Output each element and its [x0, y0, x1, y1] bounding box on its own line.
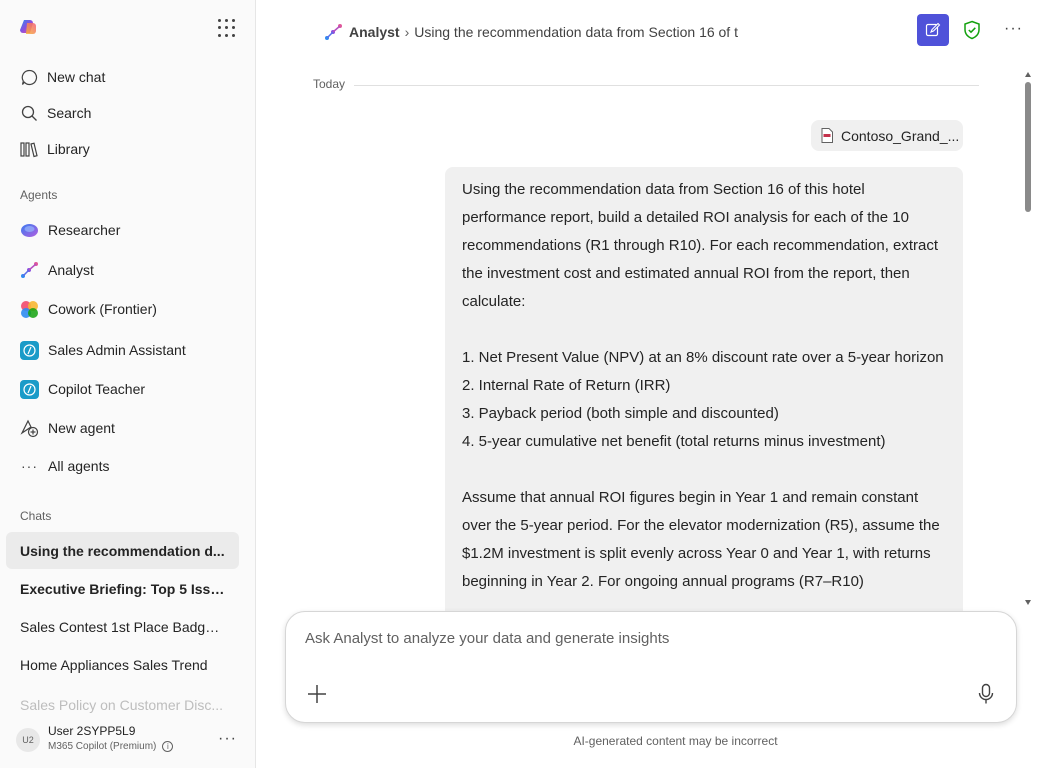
agent-cowork[interactable]: Cowork (Frontier): [20, 297, 157, 321]
agent-researcher[interactable]: Researcher: [20, 218, 120, 242]
more-options-icon[interactable]: ···: [1004, 20, 1023, 38]
chat-item[interactable]: Home Appliances Sales Trend: [6, 646, 239, 683]
chevron-right-icon: ›: [404, 24, 410, 40]
chat-title[interactable]: Using the recommendation data from Secti…: [414, 24, 744, 40]
disclaimer-text: AI-generated content may be incorrect: [573, 734, 778, 748]
agent-label: Cowork (Frontier): [48, 301, 157, 317]
cowork-icon: [20, 300, 39, 319]
scroll-down-icon[interactable]: [1025, 600, 1031, 605]
agent-copilot-teacher[interactable]: Copilot Teacher: [20, 377, 145, 401]
new-agent-button[interactable]: New agent: [20, 416, 115, 440]
message-input[interactable]: [305, 630, 985, 647]
chat-item-active[interactable]: Using the recommendation d...: [6, 532, 239, 569]
ellipsis-icon: ···: [21, 458, 38, 474]
message-list-item: 3. Payback period (both simple and disco…: [462, 405, 779, 422]
library-icon: [20, 140, 38, 158]
agent-label: Copilot Teacher: [48, 381, 146, 397]
library-label: Library: [47, 141, 90, 157]
disclaimer: AI-generated content may be incorrect: [0, 734, 1049, 748]
copilot-logo-icon[interactable]: [18, 18, 38, 38]
agents-section-label: Agents: [20, 188, 58, 202]
shield-check-icon[interactable]: [962, 20, 982, 40]
plus-icon[interactable]: [306, 683, 328, 705]
chat-item[interactable]: Executive Briefing: Top 5 Issues: [6, 570, 239, 607]
compose-icon: [925, 22, 941, 37]
search-label: Search: [47, 105, 92, 121]
message-list-item: 1. Net Present Value (NPV) at an 8% disc…: [462, 349, 944, 366]
chats-section-label: Chats: [20, 509, 52, 523]
scroll-thumb[interactable]: [1025, 82, 1031, 212]
breadcrumb-agent[interactable]: Analyst: [349, 24, 400, 40]
new-chat-label: New chat: [47, 69, 106, 85]
chat-bubble-icon: [20, 68, 38, 86]
message-paragraph: Using the recommendation data from Secti…: [462, 181, 939, 310]
agent-label: Analyst: [48, 262, 94, 278]
researcher-icon: [20, 221, 39, 240]
apps-grid-icon[interactable]: [218, 19, 236, 37]
attachment-name: Contoso_Grand_...: [841, 127, 960, 144]
message-list-item: 2. Internal Rate of Return (IRR): [462, 377, 671, 394]
analyst-icon: [20, 261, 39, 280]
agent-sales-admin-assistant[interactable]: Sales Admin Assistant: [20, 338, 186, 362]
sidebar: New chat Search Library Agents Researche…: [0, 0, 256, 768]
new-agent-icon: [20, 419, 39, 438]
composer: [285, 611, 1017, 723]
sales-admin-icon: [20, 340, 39, 360]
attachment-chip[interactable]: Contoso_Grand_...: [811, 120, 963, 151]
chat-item-label: Home Appliances Sales Trend: [20, 656, 208, 673]
library-button[interactable]: Library: [20, 137, 90, 161]
breadcrumb: Analyst › Using the recommendation data …: [324, 20, 744, 44]
agent-label: Researcher: [48, 222, 121, 238]
user-message-bubble: Using the recommendation data from Secti…: [445, 167, 963, 637]
scrollbar[interactable]: [1023, 72, 1033, 608]
date-divider-line: [354, 85, 979, 86]
chat-item-label: Executive Briefing: Top 5 Issues: [20, 580, 225, 597]
agent-label: All agents: [48, 458, 110, 474]
pdf-file-icon: [821, 128, 833, 143]
agent-label: New agent: [48, 420, 115, 436]
scroll-up-icon[interactable]: [1025, 72, 1031, 77]
all-agents-button[interactable]: ··· All agents: [20, 454, 109, 478]
copilot-teacher-icon: [20, 379, 39, 399]
analyst-icon: [325, 23, 342, 40]
chat-item[interactable]: Sales Policy on Customer Disc...: [6, 697, 239, 715]
search-icon: [20, 104, 38, 122]
agent-analyst[interactable]: Analyst: [20, 258, 94, 282]
chat-item[interactable]: Sales Contest 1st Place Badge ...: [6, 608, 239, 645]
chat-item-label: Sales Contest 1st Place Badge ...: [20, 618, 225, 635]
new-chat-button[interactable]: New chat: [20, 65, 105, 89]
chat-item-label: Using the recommendation d...: [20, 542, 225, 559]
new-chat-compose-button[interactable]: [917, 14, 949, 46]
message-paragraph: Assume that annual ROI figures begin in …: [462, 489, 940, 590]
chat-item-label: Sales Policy on Customer Disc...: [20, 697, 224, 713]
agent-label: Sales Admin Assistant: [48, 342, 186, 358]
date-divider-label: Today: [313, 77, 346, 91]
microphone-icon[interactable]: [976, 683, 996, 705]
message-list-item: 4. 5-year cumulative net benefit (total …: [462, 433, 886, 450]
search-button[interactable]: Search: [20, 101, 91, 125]
